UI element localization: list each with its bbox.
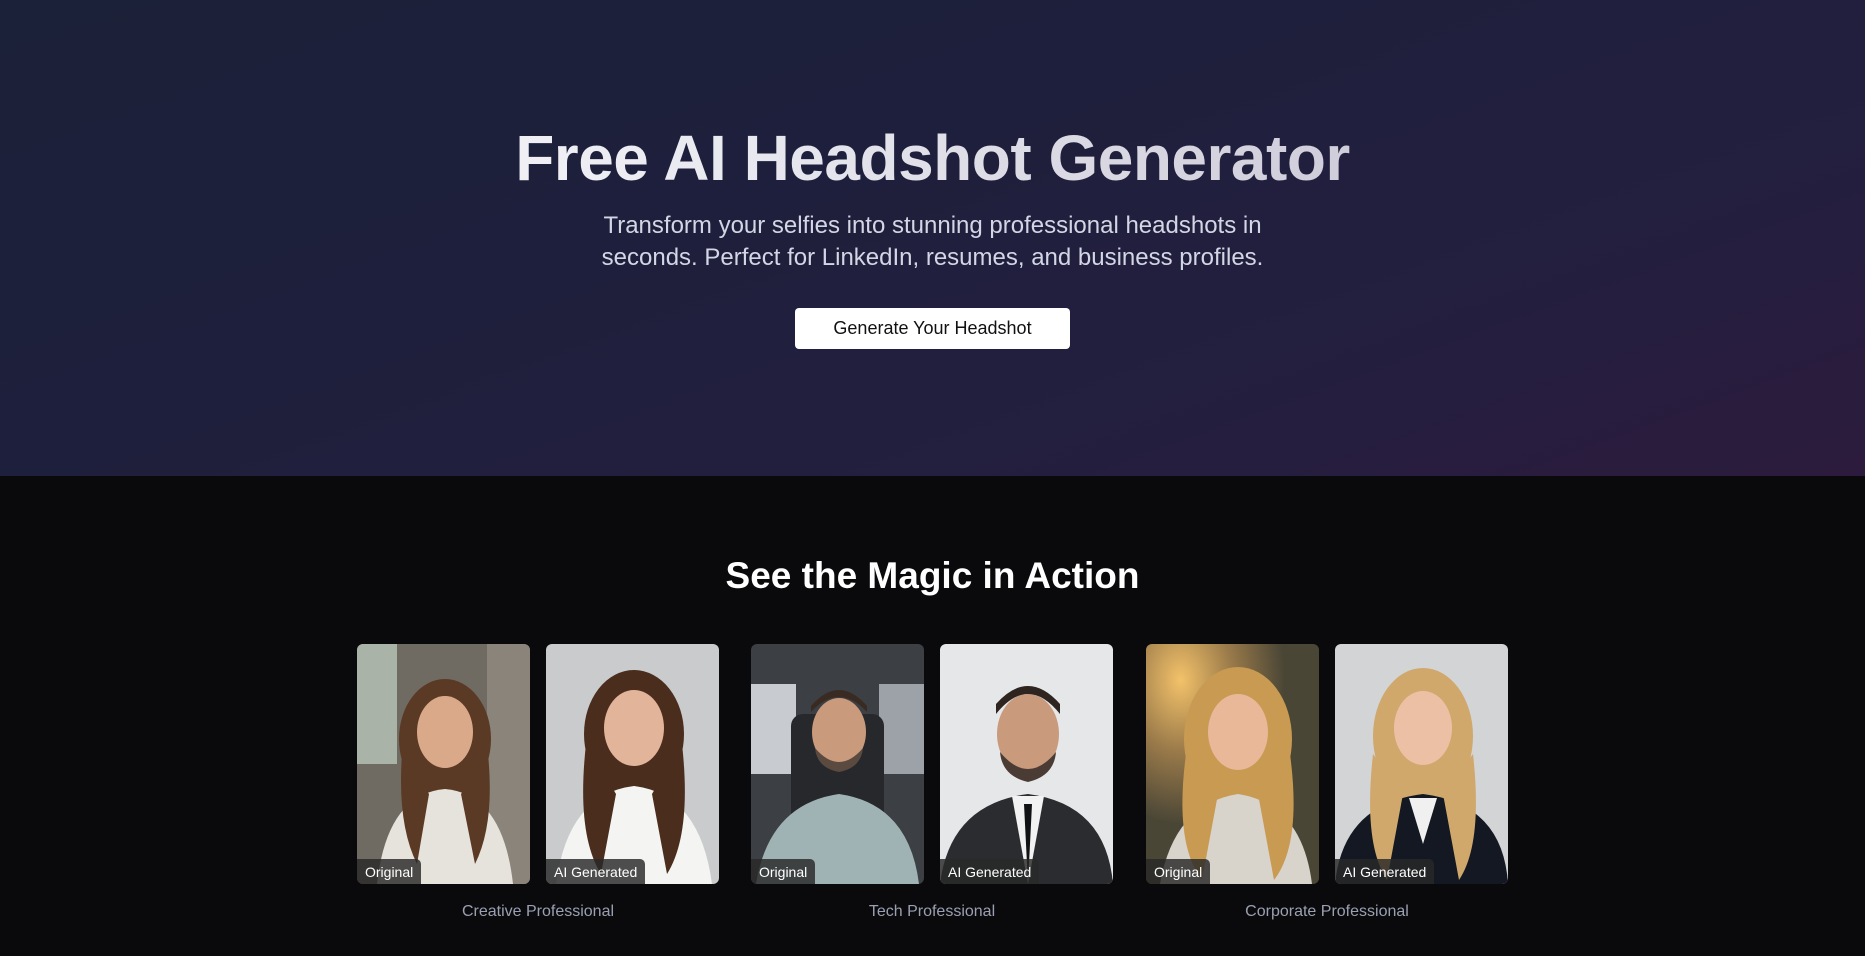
hero-subtitle-line-1: Transform your selfies into stunning pro… [603,212,1262,239]
original-label: Original [357,859,422,884]
original-label: Original [751,859,816,884]
showcase-title: See the Magic in Action [725,555,1140,596]
original-photo-tech[interactable]: Original [751,644,924,884]
generated-photo-creative[interactable]: AI Generated [546,644,719,884]
hero-subtitle-line-2: seconds. Perfect for LinkedIn, resumes, … [601,244,1264,271]
ai-generated-label: AI Generated [546,859,646,884]
ai-generated-label: AI Generated [1335,859,1435,884]
original-label: Original [1146,859,1211,884]
hero-subtitle: Transform your selfies into stunning pro… [0,210,1865,274]
hero-section: Free AI Headshot Generator Transform you… [0,0,1865,476]
showcase-section: See the Magic in Action Original AI Gene… [0,476,1865,956]
selfie-woman-brunette-image [357,644,530,884]
headshot-woman-brunette-image [546,644,719,884]
caption-tech-professional: Tech Professional [868,903,996,920]
caption-creative-professional: Creative Professional [461,903,615,920]
caption-corporate-professional: Corporate Professional [1245,903,1409,920]
generated-photo-tech[interactable]: AI Generated [940,644,1113,884]
headshot-woman-blonde-blazer-image [1335,644,1508,884]
original-photo-corporate[interactable]: Original [1146,644,1319,884]
generated-photo-corporate[interactable]: AI Generated [1335,644,1508,884]
original-photo-creative[interactable]: Original [357,644,530,884]
generate-headshot-button[interactable]: Generate Your Headshot [795,308,1070,349]
ai-generated-label: AI Generated [940,859,1040,884]
headshot-man-suit-image [940,644,1113,884]
selfie-woman-blonde-image [1146,644,1319,884]
hero-title: Free AI Headshot Generator [0,118,1865,198]
selfie-man-car-image [751,644,924,884]
